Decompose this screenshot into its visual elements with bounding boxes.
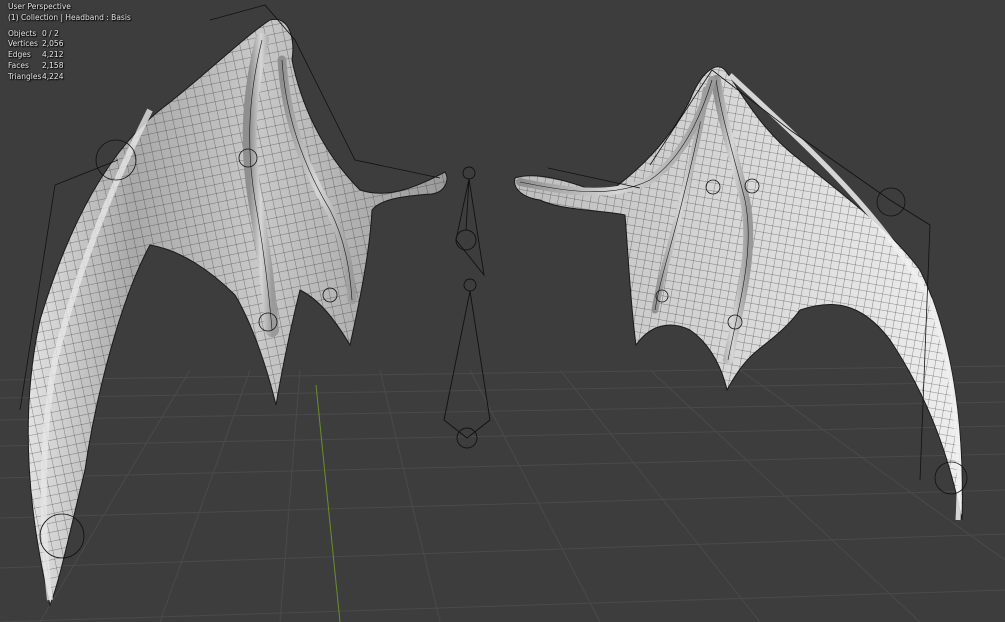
stat-value: 4,224 (42, 71, 64, 81)
stat-value: 2,158 (42, 60, 64, 70)
stat-label: Objects (8, 28, 37, 38)
armature-rig[interactable] (443, 166, 491, 449)
stat-label: Vertices (8, 39, 38, 49)
3d-viewport[interactable]: User Perspective (1) Collection | Headba… (0, 0, 1005, 622)
right-wing-mesh[interactable] (514, 66, 968, 521)
stat-label: Faces (8, 60, 29, 70)
left-wing-mesh[interactable] (19, 4, 448, 607)
floor-grid (0, 365, 1005, 622)
scene-statistics: Objects 0 / 2 Vertices 2,056 Edges 4,212… (8, 29, 131, 83)
perspective-label: User Perspective (8, 2, 71, 11)
stat-label: Triangles (8, 71, 42, 81)
viewport-scene[interactable] (0, 0, 1005, 622)
stat-row-triangles: Triangles 4,224 (8, 72, 131, 83)
viewport-info-overlay: User Perspective (1) Collection | Headba… (8, 2, 131, 83)
stat-row-vertices: Vertices 2,056 (8, 39, 131, 50)
stat-row-edges: Edges 4,212 (8, 50, 131, 61)
stat-value: 2,056 (42, 39, 64, 49)
stat-label: Edges (8, 50, 31, 60)
y-axis-line (315, 384, 341, 622)
stat-row-faces: Faces 2,158 (8, 61, 131, 72)
stat-value: 0 / 2 (42, 28, 59, 38)
context-label: (1) Collection | Headband : Basis (8, 12, 131, 22)
stat-row-objects: Objects 0 / 2 (8, 29, 131, 40)
stat-value: 4,212 (42, 50, 64, 60)
